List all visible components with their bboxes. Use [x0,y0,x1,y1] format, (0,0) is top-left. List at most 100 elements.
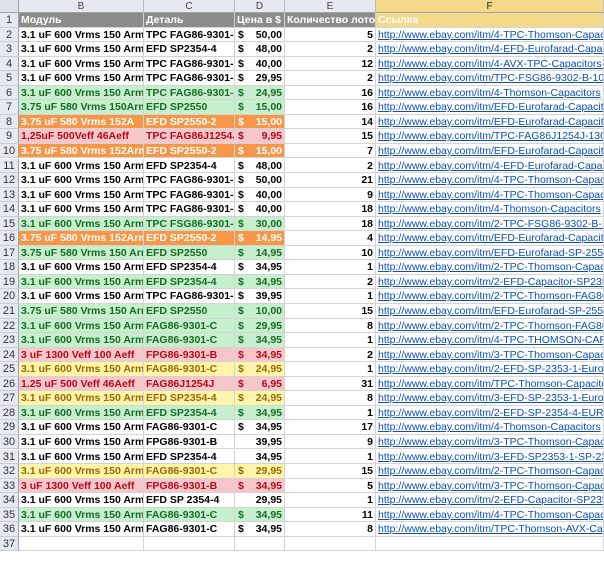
cell-price[interactable]: 39,95 [235,434,285,450]
row-header[interactable]: 24 [0,347,19,363]
row-header[interactable]: 2 [0,27,19,43]
cell-detail[interactable]: TPC FAG86-9301-C [144,173,235,188]
column-header-c[interactable]: C [144,0,235,13]
cell-module[interactable]: 3 uF 1300 Veff 100 Aeff [19,478,144,494]
cell-price[interactable]: $24,95 [235,85,285,101]
cell-price[interactable]: $39,95 [235,289,285,304]
cell-link[interactable]: http://www.ebay.com/itm/4-EFD-Eurofarad-… [376,158,604,174]
column-header-e[interactable]: E [285,0,376,13]
cell-price[interactable]: $14,95 [235,245,285,261]
cell-link[interactable]: http://www.ebay.com/itm/EFD-Eurofarad-Ca… [376,231,604,246]
cell-link[interactable]: http://www.ebay.com/itm/3-TPC-Thomson-Ca… [376,478,604,494]
cell-qty[interactable]: 17 [285,420,376,435]
cell-module[interactable]: 3.1 uF 600 Vrms 150 Arms [19,289,144,304]
cell-link[interactable]: http://www.ebay.com/itm/3-TPC-Thomson-Ca… [376,434,604,450]
cell-module[interactable] [19,536,144,552]
row-header[interactable]: 14 [0,202,19,217]
cell-module[interactable]: 3.1 uF 600 Vrms 150 Arms [19,434,144,450]
cell-qty[interactable]: 14 [285,114,376,130]
cell-qty[interactable]: 4 [285,231,376,246]
row-header[interactable]: 37 [0,536,19,552]
cell-qty[interactable]: 15 [285,464,376,479]
cell-price[interactable]: $48,00 [235,158,285,174]
column-header-b[interactable]: B [19,0,144,13]
cell-detail[interactable]: FAG86J1254J [144,376,235,392]
row-header[interactable]: 10 [0,143,19,159]
cell-detail[interactable]: FAG86-9301-C [144,333,235,348]
cell-module[interactable]: 3.1 uF 600 Vrms 150 Arms [19,158,144,174]
cell-detail[interactable]: EFD SP2354-4 [144,391,235,406]
cell-detail[interactable]: EFD SP2354-4 [144,158,235,174]
cell-qty[interactable]: 9 [285,434,376,450]
cell-detail[interactable]: EFD SP2354-4 [144,449,235,465]
cell-link[interactable]: http://www.ebay.com/itm/TPC-FAG86J1254J-… [376,129,604,144]
cell-detail[interactable] [144,536,235,552]
cell-qty[interactable]: 2 [285,274,376,290]
column-header-d[interactable]: D [235,0,285,13]
cell-price[interactable]: $15,00 [235,143,285,159]
header-cell-module[interactable]: Модуль [19,13,144,28]
cell-link[interactable]: http://www.ebay.com/itm/2-EFD-SP-2353-1-… [376,362,604,377]
cell-detail[interactable]: TPC FAG86J1254J [144,129,235,144]
cell-detail[interactable]: TPC FAG86-9301-C [144,202,235,217]
cell-module[interactable]: 3.75 uF 580 Vrms 150Arms [19,100,144,115]
cell-detail[interactable]: TPC FAG86-9301-C [144,56,235,72]
cell-module[interactable]: 3.1 uF 600 Vrms 150 Arms [19,216,144,232]
row-header-1[interactable]: 1 [0,13,19,28]
cell-qty[interactable]: 12 [285,56,376,72]
cell-qty[interactable]: 18 [285,216,376,232]
row-header[interactable]: 4 [0,56,19,72]
cell-link[interactable] [376,536,604,552]
cell-qty[interactable]: 8 [285,522,376,537]
cell-detail[interactable]: FAG86-9301-C [144,420,235,435]
cell-link[interactable]: http://www.ebay.com/itm/EFD-Eurofarad-Ca… [376,100,604,115]
cell-detail[interactable]: EFD SP2550-2 [144,231,235,246]
cell-detail[interactable]: FPG86-9301-B [144,478,235,494]
cell-module[interactable]: 3.1 uF 600 Vrms 150 Arms [19,405,144,421]
cell-link[interactable]: http://www.ebay.com/itm/2-TPC-Thomson-Ca… [376,464,604,479]
row-header[interactable]: 28 [0,405,19,421]
cell-module[interactable]: 3.1 uF 600 Vrms 150 Arms [19,260,144,275]
row-header[interactable]: 7 [0,100,19,115]
cell-link[interactable]: http://www.ebay.com/itm/TPC-FSG86-9302-B… [376,71,604,86]
cell-detail[interactable]: TPC FAG86-9301-C [144,85,235,101]
cell-link[interactable]: http://www.ebay.com/itm/TPC-Thomson-Capa… [376,376,604,392]
cell-detail[interactable]: TPC FAG86-9301-C [144,289,235,304]
cell-price[interactable]: $40,00 [235,187,285,203]
cell-module[interactable]: 3.1 uF 600 Vrms 150 Arms [19,187,144,203]
header-cell-detail[interactable]: Деталь [144,13,235,28]
cell-module[interactable]: 3.1 uF 600 Vrms 150 Arms [19,449,144,465]
cell-module[interactable]: 3.75 uF 580 Vrms 150 Arms [19,245,144,261]
row-header[interactable]: 3 [0,42,19,57]
row-header[interactable]: 33 [0,478,19,494]
cell-detail[interactable]: EFD SP2550-2 [144,143,235,159]
cell-qty[interactable]: 7 [285,143,376,159]
row-header[interactable]: 34 [0,493,19,508]
cell-module[interactable]: 3.1 uF 600 Vrms 150 Arms [19,56,144,72]
cell-price[interactable]: $14,95 [235,231,285,246]
cell-link[interactable]: http://www.ebay.com/itm/2-TPC-Thomson-Ca… [376,260,604,275]
cell-link[interactable]: http://www.ebay.com/itm/2-EFD-SP-2354-4-… [376,405,604,421]
row-header[interactable]: 21 [0,304,19,319]
row-header[interactable]: 27 [0,391,19,406]
cell-qty[interactable]: 1 [285,493,376,508]
cell-detail[interactable]: FAG86-9301-C [144,522,235,537]
cell-link[interactable]: http://www.ebay.com/itm/2-TPC-Thomson-FA… [376,318,604,334]
row-header[interactable]: 11 [0,158,19,174]
row-header[interactable]: 22 [0,318,19,334]
row-header[interactable]: 31 [0,449,19,465]
cell-module[interactable]: 3.1 uF 600 Vrms 150 Arms [19,362,144,377]
cell-link[interactable]: http://www.ebay.com/itm/EFD-Eurofarad-Ca… [376,114,604,130]
row-header[interactable]: 8 [0,114,19,130]
header-cell-qty[interactable]: Количество лотов [285,13,376,28]
row-header[interactable]: 29 [0,420,19,435]
cell-link[interactable]: http://www.ebay.com/itm/4-TPC-Thomson-Ca… [376,507,604,523]
cell-module[interactable]: 3.1 uF 600 Vrms 150 Arms [19,391,144,406]
cell-qty[interactable] [285,536,376,552]
cell-price[interactable]: $29,95 [235,318,285,334]
cell-detail[interactable]: EFD SP2550 [144,100,235,115]
cell-module[interactable]: 3.1 uF 600 Vrms 150 Arms [19,71,144,86]
cell-price[interactable]: $29,95 [235,71,285,86]
cell-module[interactable]: 3.1 uF 600 Vrms 150 Arms [19,274,144,290]
cell-detail[interactable]: EFD SP2354-4 [144,260,235,275]
